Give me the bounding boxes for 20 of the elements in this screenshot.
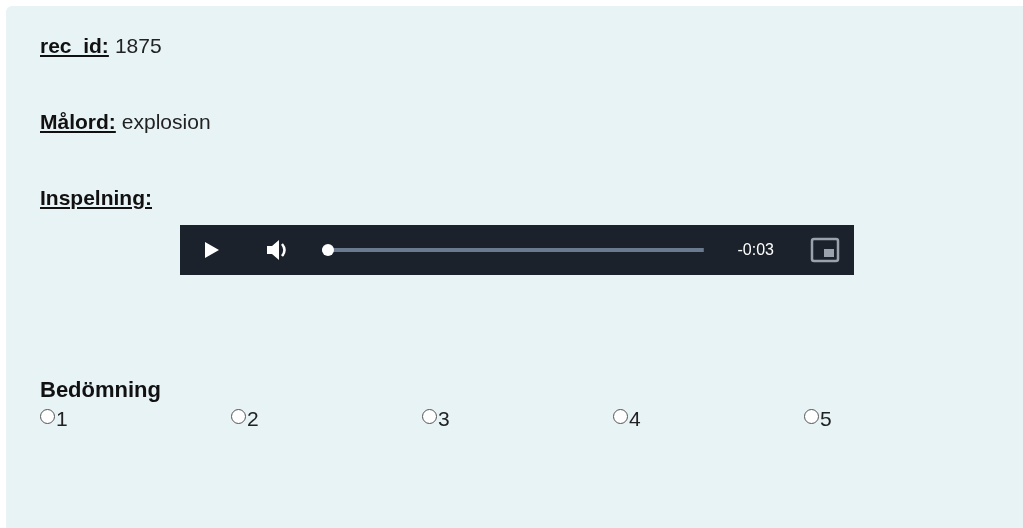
field-label: Inspelning: <box>40 186 152 210</box>
field-value: 1875 <box>114 34 162 58</box>
picture-in-picture-button[interactable] <box>810 237 840 263</box>
radio-label[interactable]: 1 <box>56 407 68 431</box>
play-button[interactable] <box>204 241 220 259</box>
radio-button[interactable] <box>422 408 437 424</box>
radio-label[interactable]: 4 <box>629 407 641 431</box>
radio-label[interactable]: 2 <box>247 407 259 431</box>
radio-button[interactable] <box>231 408 246 424</box>
radio-button[interactable] <box>40 408 55 424</box>
field-label: Målord: <box>40 110 116 134</box>
radio-button[interactable] <box>804 408 819 424</box>
radio-label[interactable]: 3 <box>438 407 450 431</box>
field-value: explosion <box>121 110 211 134</box>
time-remaining: -0:03 <box>737 241 774 259</box>
slider-thumb[interactable] <box>322 244 334 256</box>
radio-button[interactable] <box>613 408 628 424</box>
field-label: rec_id: <box>40 34 109 58</box>
radio-label[interactable]: 5 <box>820 407 832 431</box>
rating-title: Bedömning <box>40 377 162 403</box>
